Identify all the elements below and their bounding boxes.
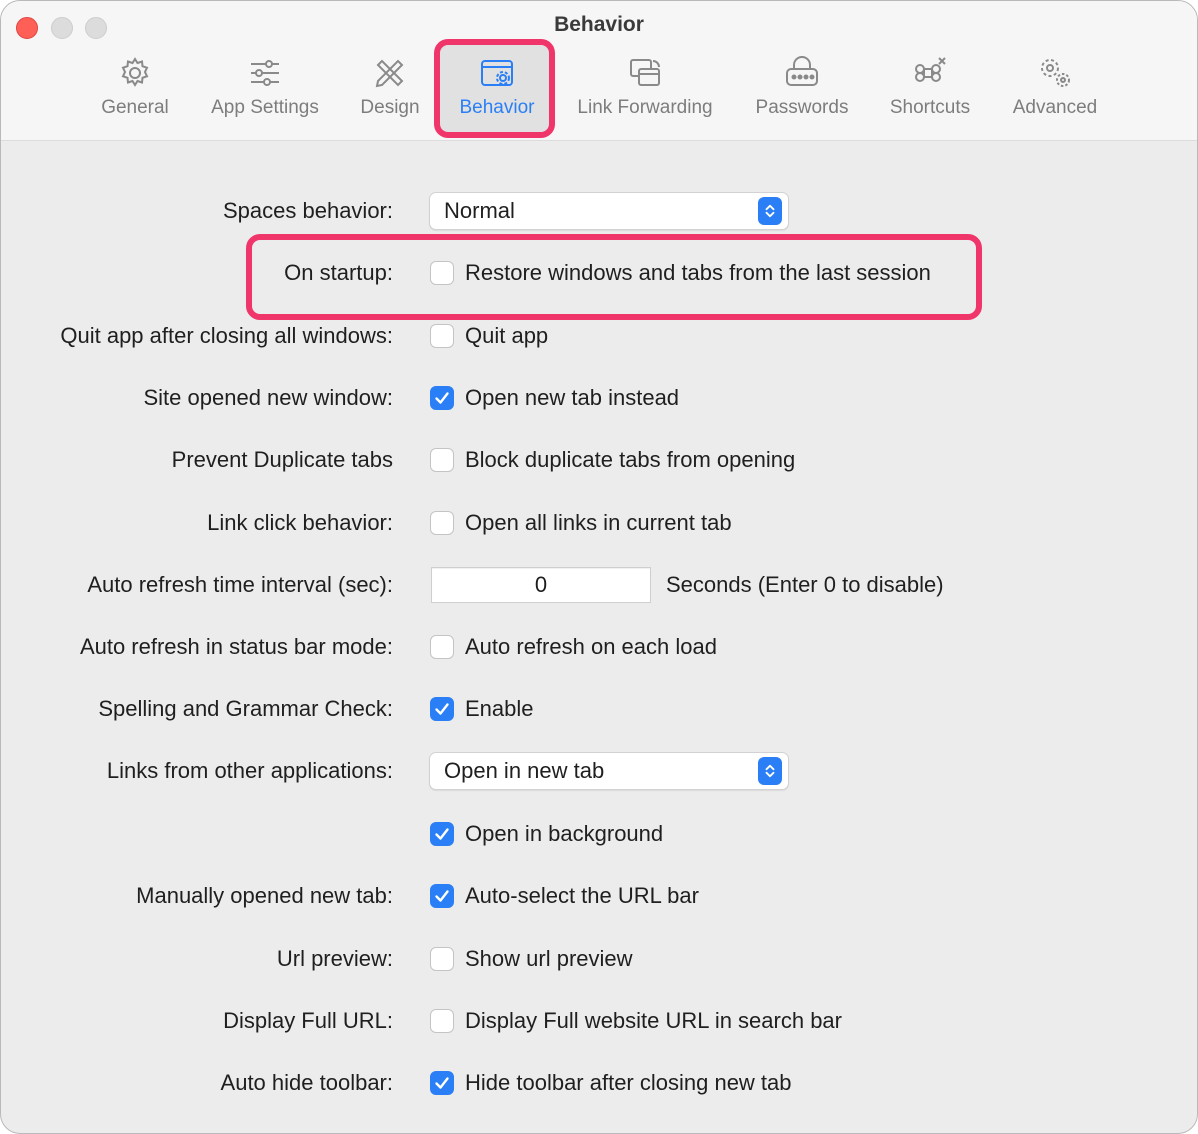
spaces-behavior-label: Spaces behavior: [223,198,393,223]
refresh-interval-hint: Seconds (Enter 0 to disable) [666,572,944,597]
refresh-each-load-checkbox[interactable] [430,635,454,659]
site-new-window-label: Site opened new window: [143,385,394,410]
gear-icon [115,53,155,93]
tab-label: General [101,97,169,118]
links-other-apps-select[interactable]: Open in new tab [429,752,789,790]
spaces-behavior-row: Spaces behavior: Normal [1,191,1197,231]
hide-toolbar-row: Auto hide toolbar: Hide toolbar after cl… [1,1063,1197,1103]
open-new-tab-checkbox[interactable] [430,386,454,410]
sliders-icon [245,53,285,93]
open-new-tab-option: Open new tab instead [465,385,680,410]
tab-behavior[interactable]: Behavior [455,53,539,133]
window-title: Behavior [554,13,644,36]
links-other-apps-row: Links from other applications: Open in n… [1,751,1197,791]
refresh-interval-row: Auto refresh time interval (sec): 0 Seco… [1,565,1197,605]
tab-general[interactable]: General [99,53,171,133]
site-new-window-row: Site opened new window: Open new tab ins… [1,378,1197,418]
links-current-tab-checkbox[interactable] [430,511,454,535]
window-gear-icon [477,53,517,93]
auto-select-url-option: Auto-select the URL bar [465,883,699,908]
pencil-ruler-icon [370,53,410,93]
restore-session-option: Restore windows and tabs from the last s… [465,260,931,285]
tab-label: Shortcuts [889,97,971,118]
spelling-enable-checkbox[interactable] [430,697,454,721]
link-click-label: Link click behavior: [207,510,393,535]
tab-label: Behavior [459,97,535,118]
startup-label: On startup: [284,260,393,285]
url-preview-checkbox[interactable] [430,947,454,971]
links-current-tab-option: Open all links in current tab [465,510,732,535]
tab-shortcuts[interactable]: Shortcuts [884,53,976,133]
quit-row: Quit app after closing all windows: Quit… [1,316,1197,356]
full-url-label: Display Full URL: [223,1008,393,1033]
tab-label: Design [360,97,420,118]
tab-label: Advanced [1012,97,1098,118]
block-duplicate-checkbox[interactable] [430,448,454,472]
checkmark-icon [435,890,449,902]
preferences-window: Behavior General App Settings Design Beh… [0,0,1198,1134]
duplicate-tabs-row: Prevent Duplicate tabs Block duplicate t… [1,440,1197,480]
quit-app-checkbox[interactable] [430,324,454,348]
link-click-row: Link click behavior: Open all links in c… [1,503,1197,543]
url-preview-label: Url preview: [276,946,393,971]
input-value: 0 [534,572,548,597]
chevron-updown-icon [758,197,782,225]
full-url-option: Display Full website URL in search bar [465,1008,842,1033]
tab-app-settings[interactable]: App Settings [206,53,324,133]
manual-tab-row: Manually opened new tab: Auto-select the… [1,876,1197,916]
quit-label: Quit app after closing all windows: [60,323,393,348]
hide-toolbar-checkbox[interactable] [430,1071,454,1095]
open-background-option: Open in background [465,821,664,846]
tab-label: Passwords [755,97,849,118]
url-preview-option: Show url preview [465,946,633,971]
tab-link-forwarding[interactable]: Link Forwarding [571,53,719,133]
checkmark-icon [435,392,449,404]
links-other-apps-label: Links from other applications: [106,758,393,783]
restore-session-checkbox[interactable] [430,261,454,285]
tab-label: App Settings [211,97,319,118]
open-background-row: Open in background [1,814,1197,854]
command-key-icon [910,53,950,93]
checkmark-icon [435,703,449,715]
gears-icon [1035,53,1075,93]
hide-toolbar-label: Auto hide toolbar: [220,1070,393,1095]
window-forward-icon [625,53,665,93]
spelling-row: Spelling and Grammar Check: Enable [1,689,1197,729]
spelling-label: Spelling and Grammar Check: [98,696,393,721]
tab-label: Link Forwarding [577,97,713,118]
full-url-row: Display Full URL: Display Full website U… [1,1001,1197,1041]
block-duplicate-option: Block duplicate tabs from opening [465,447,796,472]
open-background-checkbox[interactable] [430,822,454,846]
tab-passwords[interactable]: Passwords [752,53,852,133]
refresh-status-row: Auto refresh in status bar mode: Auto re… [1,627,1197,667]
spelling-enable-option: Enable [465,696,534,721]
url-preview-row: Url preview: Show url preview [1,939,1197,979]
select-value: Open in new tab [444,758,605,783]
spaces-behavior-select[interactable]: Normal [429,192,789,230]
auto-select-url-checkbox[interactable] [430,884,454,908]
full-url-checkbox[interactable] [430,1009,454,1033]
lock-icon [782,53,822,93]
manual-tab-label: Manually opened new tab: [136,883,393,908]
refresh-status-label: Auto refresh in status bar mode: [79,634,393,659]
refresh-each-load-option: Auto refresh on each load [465,634,717,659]
toolbar: Behavior General App Settings Design Beh… [1,1,1197,141]
refresh-interval-input[interactable]: 0 [431,567,651,603]
chevron-updown-icon [758,757,782,785]
tab-advanced[interactable]: Advanced [1009,53,1101,133]
refresh-interval-label: Auto refresh time interval (sec): [87,572,393,597]
tab-design[interactable]: Design [357,53,423,133]
startup-row: On startup: Restore windows and tabs fro… [1,253,1197,293]
checkmark-icon [435,1077,449,1089]
quit-app-option: Quit app [465,323,549,348]
checkmark-icon [435,828,449,840]
duplicate-tabs-label: Prevent Duplicate tabs [171,447,393,472]
hide-toolbar-option: Hide toolbar after closing new tab [465,1070,792,1095]
select-value: Normal [444,198,515,223]
